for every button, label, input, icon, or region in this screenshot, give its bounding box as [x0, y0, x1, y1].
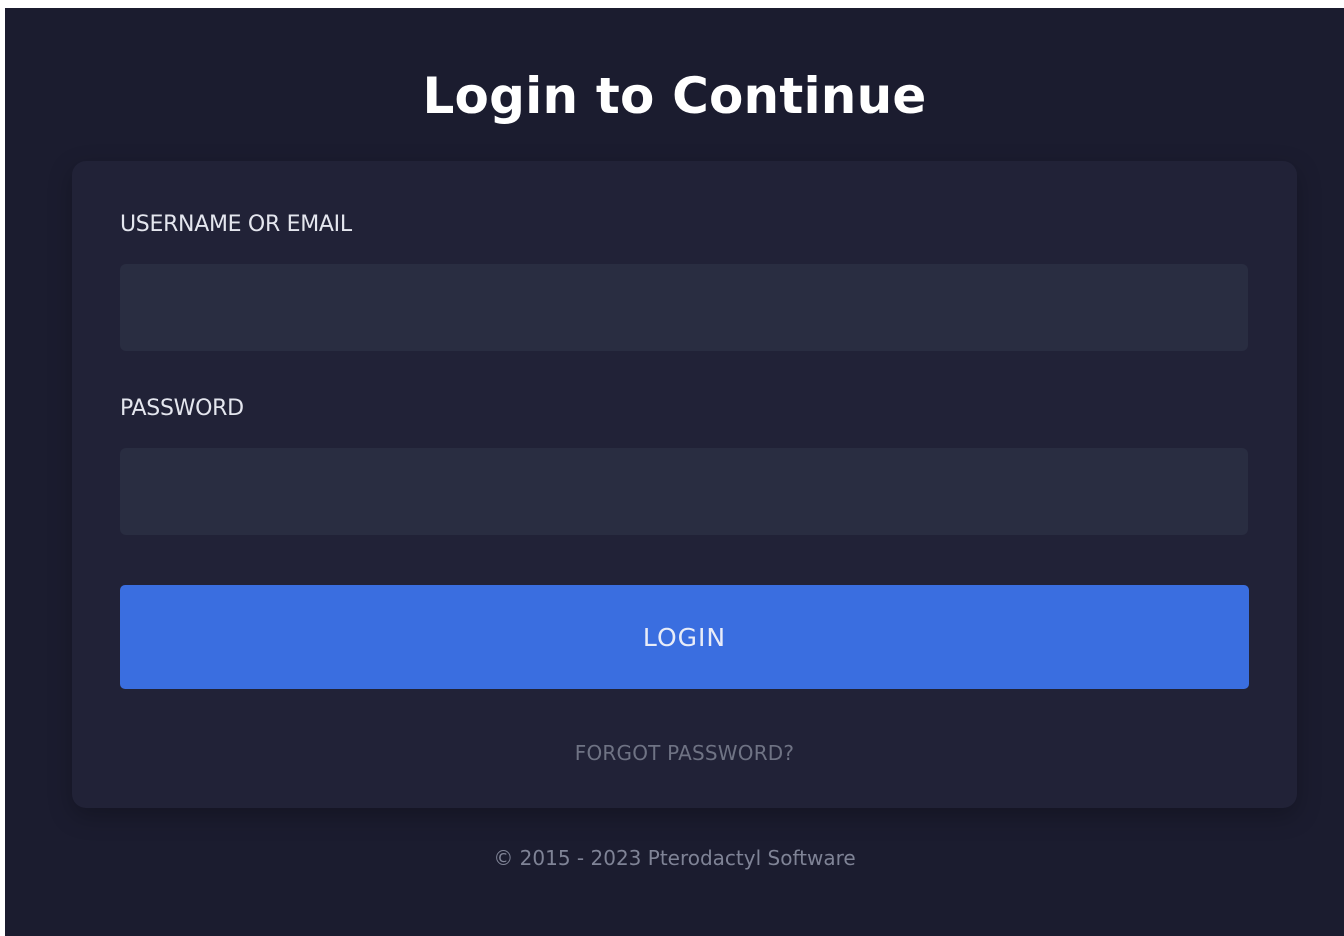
- login-card: USERNAME OR EMAIL PASSWORD LOGIN FORGOT …: [72, 161, 1297, 808]
- login-page: Login to Continue USERNAME OR EMAIL PASS…: [5, 8, 1344, 936]
- login-button[interactable]: LOGIN: [120, 585, 1249, 689]
- username-label: USERNAME OR EMAIL: [120, 212, 352, 237]
- forgot-password-link[interactable]: FORGOT PASSWORD?: [72, 740, 1297, 766]
- username-input[interactable]: [120, 264, 1248, 351]
- copyright-footer: © 2015 - 2023 Pterodactyl Software: [493, 846, 856, 870]
- page-title: Login to Continue: [422, 67, 927, 125]
- password-label: PASSWORD: [120, 396, 244, 421]
- password-input[interactable]: [120, 448, 1248, 535]
